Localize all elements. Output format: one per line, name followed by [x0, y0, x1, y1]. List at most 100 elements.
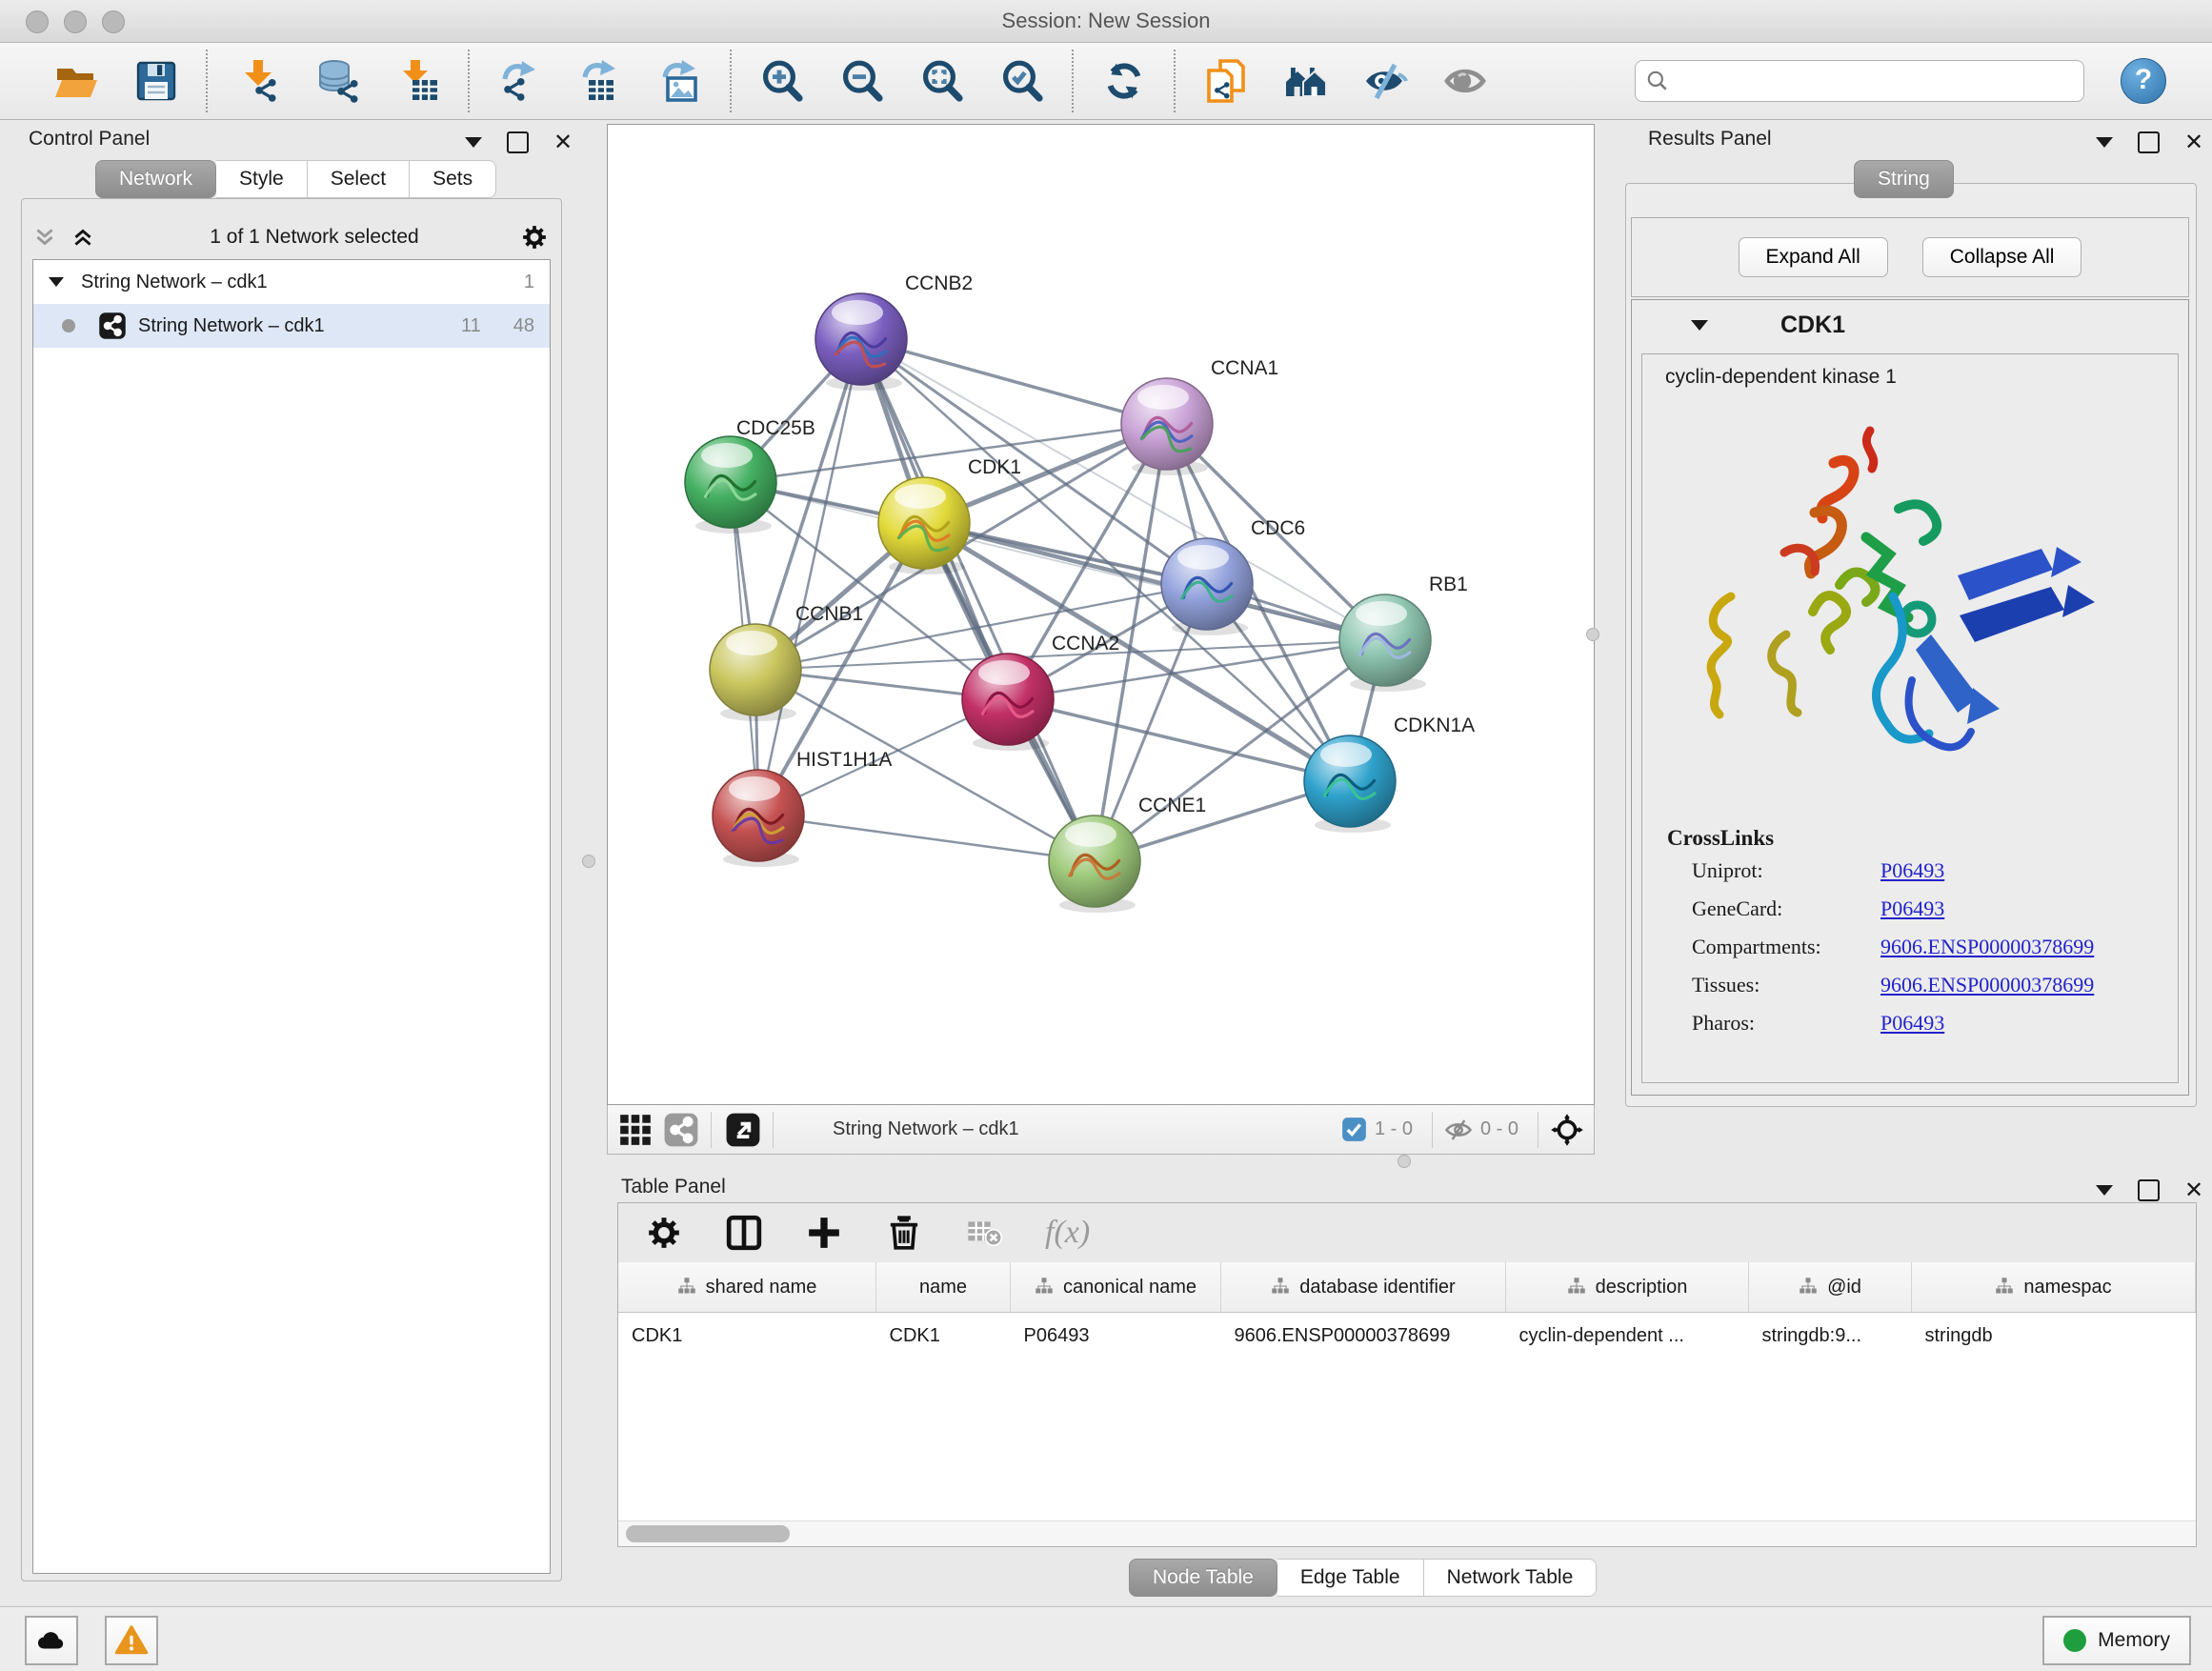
tab-select[interactable]: Select — [308, 160, 410, 198]
column-header-namespac[interactable]: namespac — [1912, 1262, 2196, 1313]
edge-HIST1H1A-CCNE1[interactable] — [758, 815, 1095, 861]
table-cell[interactable]: stringdb — [1912, 1313, 2196, 1359]
table-cell[interactable]: 9606.ENSP00000378699 — [1221, 1313, 1506, 1359]
gene-section-header[interactable]: CDK1 — [1632, 300, 2188, 350]
table-panel-menu-icon[interactable] — [2096, 1185, 2113, 1196]
nested-networks-button[interactable] — [1279, 54, 1333, 108]
add-column-icon[interactable] — [805, 1214, 843, 1252]
memory-button[interactable]: Memory — [2042, 1616, 2191, 1665]
zoom-selected-button[interactable] — [995, 54, 1049, 108]
delete-column-icon[interactable] — [885, 1214, 923, 1252]
results-panel-menu-icon[interactable] — [2096, 137, 2113, 148]
left-splitter-handle[interactable] — [582, 855, 595, 868]
edge-CCNB2-HIST1H1A[interactable] — [758, 339, 861, 815]
grid-view-icon[interactable] — [617, 1112, 654, 1148]
crosslink-link[interactable]: P06493 — [1880, 1011, 1944, 1036]
results-panel-float-icon[interactable] — [2138, 131, 2160, 153]
tree-collapse-icon[interactable] — [49, 277, 64, 287]
table-panel-close-icon[interactable]: ✕ — [2184, 1181, 2203, 1199]
control-panel-float-icon[interactable] — [507, 131, 529, 153]
tab-network-table[interactable]: Network Table — [1424, 1559, 1598, 1597]
zoom-in-button[interactable] — [755, 54, 809, 108]
results-panel-close-icon[interactable]: ✕ — [2184, 133, 2203, 151]
import-database-button[interactable] — [312, 54, 365, 108]
tab-sets[interactable]: Sets — [410, 160, 496, 198]
node-HIST1H1A[interactable] — [713, 770, 804, 867]
control-panel-menu-icon[interactable] — [465, 137, 482, 148]
export-table-button[interactable] — [573, 54, 627, 108]
expand-all-icon[interactable] — [70, 225, 95, 250]
node-CDK1[interactable] — [878, 477, 970, 574]
right-splitter-handle[interactable] — [1586, 628, 1599, 641]
crosslink-link[interactable]: P06493 — [1880, 858, 1944, 883]
warning-button[interactable] — [105, 1616, 158, 1665]
network-tree-root-row[interactable]: String Network – cdk1 1 — [33, 260, 550, 304]
column-header-canonicalname[interactable]: canonical name — [1011, 1262, 1221, 1313]
network-graph[interactable]: CCNB2CCNA1CDC25BCDK1CDC6RB1CCNB1CCNA2CDK… — [608, 125, 1594, 1104]
column-header-id[interactable]: @id — [1749, 1262, 1912, 1313]
import-table-button[interactable] — [392, 54, 445, 108]
column-header-sharedname[interactable]: shared name — [618, 1262, 876, 1313]
search-box[interactable] — [1635, 60, 2084, 102]
column-header-description[interactable]: description — [1506, 1262, 1749, 1313]
horizontal-splitter-handle[interactable] — [1398, 1155, 1411, 1168]
table-cell[interactable]: CDK1 — [618, 1313, 876, 1359]
tab-network[interactable]: Network — [95, 160, 216, 198]
column-header-databaseidentifier[interactable]: database identifier — [1221, 1262, 1506, 1313]
tab-string[interactable]: String — [1854, 160, 1954, 198]
node-CCNB1[interactable] — [710, 624, 801, 721]
gene-collapse-icon[interactable] — [1691, 320, 1708, 331]
table-options-gear-icon[interactable] — [645, 1214, 683, 1252]
table-cell[interactable]: stringdb:9... — [1749, 1313, 1912, 1359]
table-panel-float-icon[interactable] — [2138, 1179, 2160, 1201]
expand-all-button[interactable]: Expand All — [1739, 237, 1888, 277]
node-CCNE1[interactable] — [1049, 815, 1140, 913]
import-network-button[interactable] — [231, 54, 285, 108]
network-view-share-icon[interactable] — [663, 1112, 699, 1148]
edge-CCNB2-CCNE1[interactable] — [861, 339, 1095, 861]
table-row[interactable]: CDK1CDK1P064939606.ENSP00000378699cyclin… — [618, 1313, 2196, 1359]
node-table[interactable]: shared namenamecanonical namedatabase id… — [618, 1262, 2196, 1359]
refresh-button[interactable] — [1097, 54, 1151, 108]
clone-network-button[interactable] — [1199, 54, 1253, 108]
node-CCNA1[interactable] — [1121, 378, 1213, 475]
help-button[interactable]: ? — [2121, 58, 2166, 104]
zoom-fit-button[interactable] — [915, 54, 969, 108]
column-header-name[interactable]: name — [876, 1262, 1011, 1313]
network-canvas[interactable]: CCNB2CCNA1CDC25BCDK1CDC6RB1CCNB1CCNA2CDK… — [607, 124, 1595, 1105]
tab-node-table[interactable]: Node Table — [1129, 1559, 1277, 1597]
table-cell[interactable]: cyclin-dependent ... — [1506, 1313, 1749, 1359]
collapse-all-button[interactable]: Collapse All — [1922, 237, 2082, 277]
open-session-button[interactable] — [50, 54, 103, 108]
network-tree-child-row[interactable]: String Network – cdk1 11 48 — [33, 304, 550, 348]
fit-content-icon[interactable] — [1550, 1113, 1584, 1147]
search-input[interactable] — [1678, 63, 2083, 99]
node-CDC25B[interactable] — [685, 436, 776, 534]
edge-CDC6-CCNB1[interactable] — [755, 584, 1207, 670]
node-CDKN1A[interactable] — [1304, 735, 1396, 833]
cloud-button[interactable] — [25, 1616, 78, 1665]
export-image-button[interactable] — [654, 54, 707, 108]
control-panel-close-icon[interactable]: ✕ — [553, 133, 573, 151]
export-network-button[interactable] — [493, 54, 547, 108]
network-options-gear-icon[interactable] — [520, 223, 549, 252]
collapse-all-icon[interactable] — [32, 225, 57, 250]
table-cell[interactable]: P06493 — [1011, 1313, 1221, 1359]
selected-checkbox-icon[interactable] — [1341, 1117, 1367, 1142]
scrollbar-thumb[interactable] — [626, 1525, 790, 1542]
show-columns-icon[interactable] — [725, 1214, 763, 1252]
save-session-button[interactable] — [130, 54, 183, 108]
tab-edge-table[interactable]: Edge Table — [1277, 1559, 1424, 1597]
zoom-out-button[interactable] — [835, 54, 889, 108]
crosslink-link[interactable]: 9606.ENSP00000378699 — [1880, 973, 2094, 997]
hidden-eye-icon[interactable] — [1444, 1116, 1473, 1144]
tab-style[interactable]: Style — [216, 160, 308, 198]
detach-view-icon[interactable] — [725, 1112, 761, 1148]
crosslink-link[interactable]: P06493 — [1880, 896, 1944, 921]
table-horizontal-scrollbar[interactable] — [618, 1520, 2196, 1546]
hide-items-button[interactable] — [1359, 54, 1413, 108]
node-RB1[interactable] — [1339, 594, 1431, 692]
crosslink-link[interactable]: 9606.ENSP00000378699 — [1880, 935, 2094, 959]
table-cell[interactable]: CDK1 — [876, 1313, 1011, 1359]
node-CDC6[interactable] — [1161, 538, 1253, 635]
